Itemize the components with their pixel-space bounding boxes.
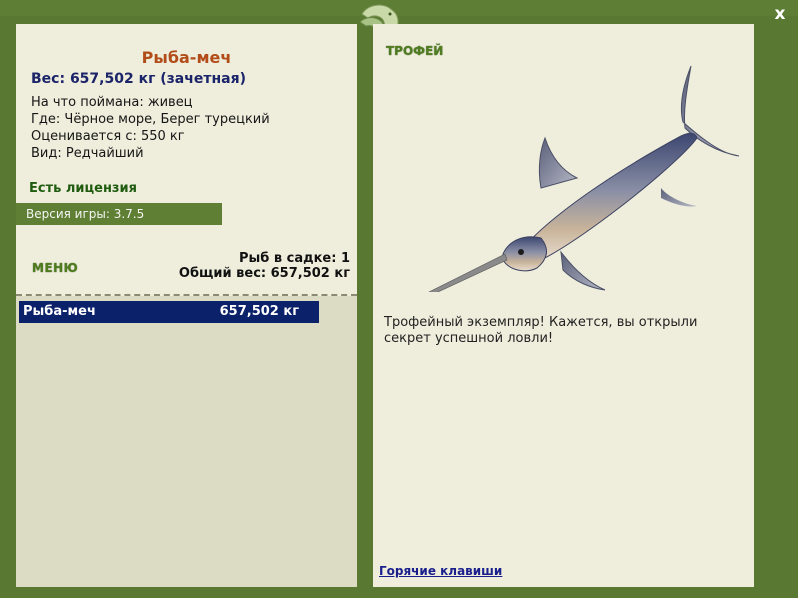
info-species-rarity: Вид: Редчайший (31, 146, 144, 161)
hotkeys-link[interactable]: Горячие клавиши (379, 564, 502, 578)
menu-button[interactable]: МЕНЮ (32, 261, 78, 275)
close-button[interactable]: x (770, 4, 790, 24)
fish-info: На что поймана: живец Где: Чёрное море, … (31, 94, 270, 162)
info-rated-from: Оценивается с: 550 кг (31, 129, 185, 144)
fish-title: Рыба-меч (141, 48, 232, 67)
trophy-panel: ТРОФЕЙ Трофейный экземпляр! Кажется, вы … (373, 24, 754, 587)
divider (16, 294, 357, 296)
cage-total-weight: Общий вес: 657,502 кг (178, 266, 350, 281)
info-bait: На что поймана: живец (31, 95, 193, 110)
cage-count: Рыб в садке: 1 (238, 251, 350, 266)
version-bar: Версия игры: 3.7.5 (16, 203, 222, 225)
license-status: Есть лицензия (29, 181, 137, 196)
version-label: Версия игры: 3.7.5 (26, 207, 145, 221)
list-item-name: Рыба-меч (23, 304, 96, 319)
fish-weight: Вес: 657,502 кг (зачетная) (31, 71, 246, 87)
list-item-weight: 657,502 кг (219, 304, 299, 319)
swordfish-image (428, 65, 740, 292)
info-location: Где: Чёрное море, Берег турецкий (31, 112, 270, 127)
trophy-text: Трофейный экземпляр! Кажется, вы открыли… (384, 315, 698, 346)
list-item[interactable]: Рыба-меч 657,502 кг (19, 301, 319, 323)
catch-list-area (16, 296, 357, 587)
cage-summary: Рыб в садке: 1 Общий вес: 657,502 кг (179, 251, 350, 281)
fish-info-panel: Рыба-меч Вес: 657,502 кг (зачетная) На ч… (16, 24, 357, 587)
